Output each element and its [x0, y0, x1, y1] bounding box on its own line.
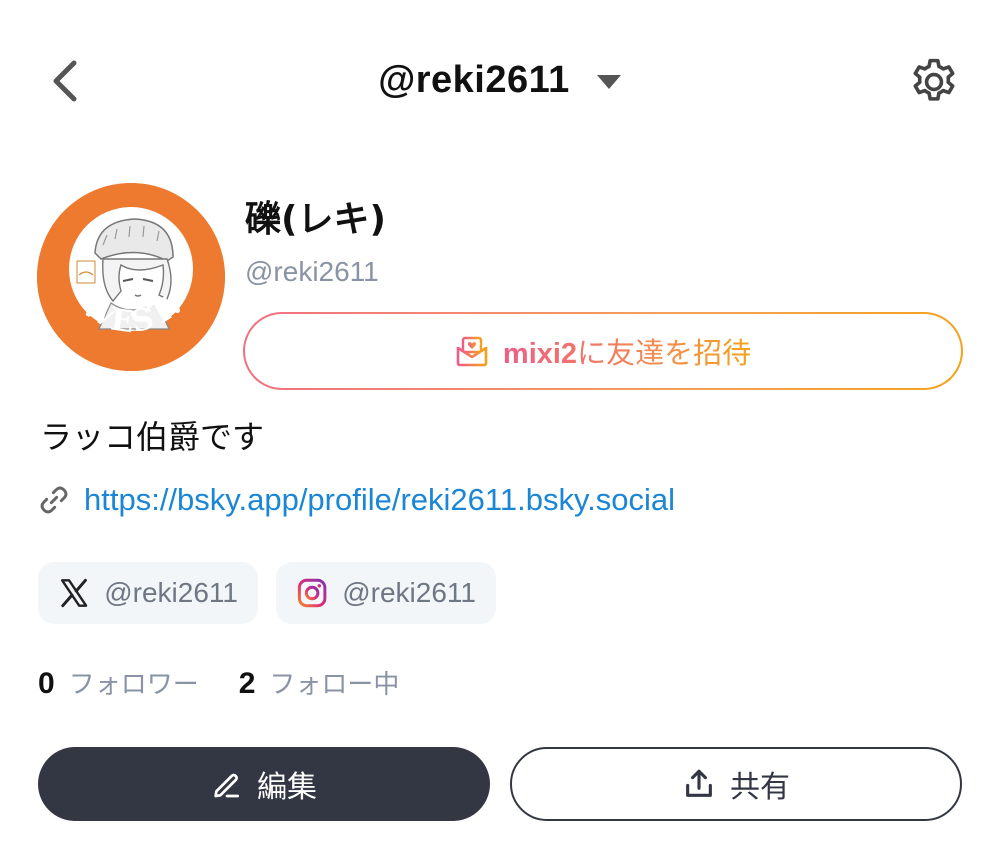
account-switcher[interactable]: @reki2611	[0, 52, 1000, 108]
profile-handle: @reki2611	[245, 256, 379, 287]
pencil-icon	[214, 773, 239, 798]
edit-profile-button[interactable]: 編集	[38, 747, 490, 821]
profile-header: @reki2611	[0, 0, 1000, 160]
caret-down-icon[interactable]	[596, 74, 622, 90]
edit-button-label: 編集	[257, 770, 317, 805]
x-account-chip[interactable]: @reki2611	[38, 562, 258, 624]
settings-button[interactable]	[904, 54, 964, 110]
followers-label: フォロワー	[68, 670, 199, 700]
followers-count: 0	[38, 667, 55, 700]
gear-icon	[913, 58, 955, 101]
x-handle: @reki2611	[104, 577, 238, 608]
avatar-illustration: WEST.	[37, 183, 225, 371]
follow-stats: 0 フォロワー 2 フォロー中	[38, 664, 399, 708]
following-stat[interactable]: 2 フォロー中	[239, 664, 400, 701]
profile-link: https://bsky.app/profile/reki2611.bsky.s…	[38, 478, 675, 522]
invite-brand: mixi2	[502, 338, 578, 370]
profile-bio: ラッコ伯爵です	[40, 418, 265, 456]
invite-friends-button[interactable]: mixi2に友達を招待	[243, 312, 963, 390]
invite-button-label: mixi2に友達を招待	[503, 330, 751, 372]
instagram-account-chip[interactable]: @reki2611	[276, 562, 496, 624]
page-title: @reki2611	[378, 58, 570, 101]
link-icon	[40, 486, 68, 514]
followers-stat[interactable]: 0 フォロワー	[38, 664, 199, 701]
instagram-handle: @reki2611	[342, 577, 476, 608]
invite-label: に友達を招待	[577, 336, 752, 370]
mail-heart-icon	[456, 336, 488, 367]
following-count: 2	[238, 667, 256, 700]
avatar[interactable]: WEST.	[37, 183, 225, 371]
share-upload-icon	[686, 769, 712, 797]
following-label: フォロー中	[269, 670, 400, 700]
x-logo-icon	[60, 578, 88, 608]
share-button-label: 共有	[730, 770, 790, 805]
display-name: 礫(レキ)	[245, 199, 386, 240]
instagram-icon	[297, 578, 327, 608]
profile-link-url[interactable]: https://bsky.app/profile/reki2611.bsky.s…	[84, 482, 675, 518]
share-profile-button[interactable]: 共有	[510, 747, 962, 821]
invite-button-inner: mixi2に友達を招待	[245, 314, 961, 388]
